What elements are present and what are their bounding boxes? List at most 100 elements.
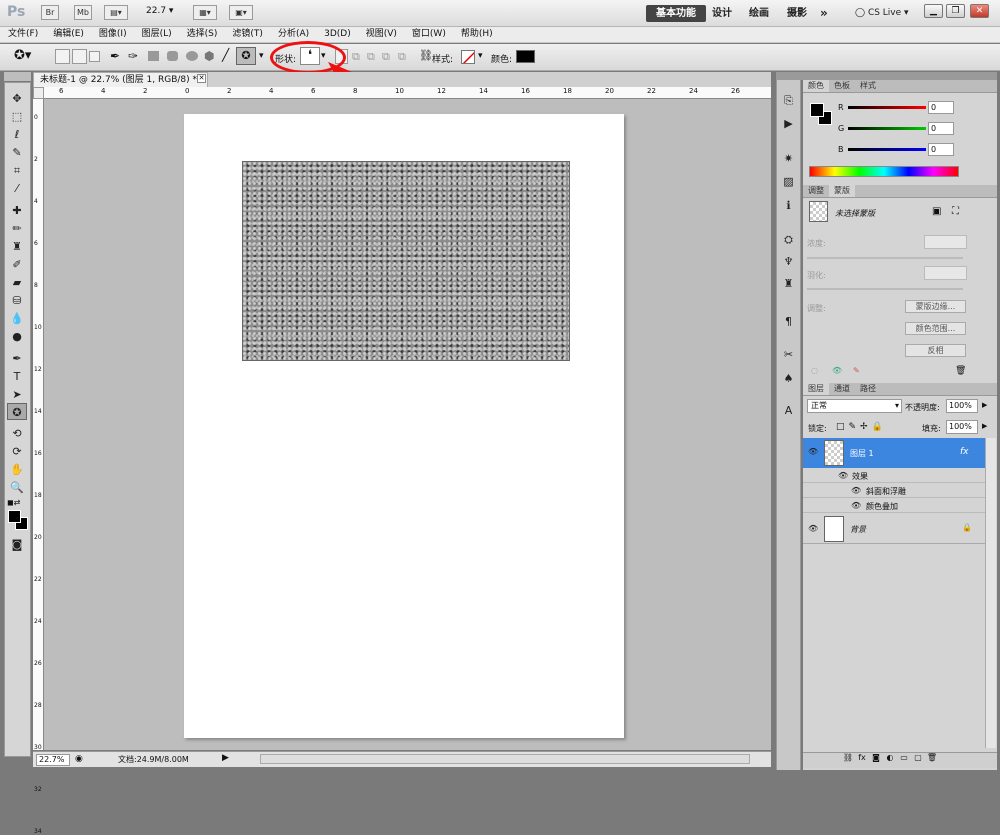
screen-mode-button[interactable]: ▣▾ — [229, 5, 253, 20]
b-slider[interactable] — [848, 148, 926, 151]
b-value-field[interactable]: 0 — [928, 143, 954, 156]
background-layer-name[interactable]: 背景 — [850, 524, 866, 535]
pen-tool-icon[interactable]: ✒ — [7, 350, 27, 367]
custom-shape-tool-icon[interactable]: ✪ — [7, 403, 27, 420]
status-arrow-icon[interactable]: ▶ — [222, 753, 229, 763]
r-slider[interactable] — [848, 106, 926, 109]
bevel-visibility-eye-icon[interactable]: 👁 — [851, 486, 861, 495]
close-button[interactable]: ✕ — [970, 4, 989, 18]
styles-panel-icon[interactable]: ♠ — [779, 370, 798, 387]
horizontal-scrollbar[interactable] — [260, 754, 750, 764]
info-panel-icon[interactable]: ℹ — [779, 197, 798, 214]
g-slider[interactable] — [848, 127, 926, 130]
disable-mask-icon[interactable]: ✎ — [853, 366, 860, 375]
restore-button[interactable]: ❐ — [946, 4, 965, 18]
tab-swatches[interactable]: 色板 — [829, 80, 855, 92]
color-panel-foreground[interactable] — [810, 103, 824, 117]
color-spectrum[interactable] — [809, 166, 959, 177]
move-tool-icon[interactable]: ✥ — [7, 90, 27, 107]
fill-arrow-icon[interactable]: ▶ — [982, 422, 987, 430]
background-visibility-eye-icon[interactable]: 👁 — [808, 524, 818, 533]
fill-pixels-mode-button[interactable] — [89, 51, 100, 62]
history-panel-icon[interactable]: ⎘ — [779, 92, 798, 109]
paragraph-panel-icon[interactable]: ¶ — [779, 313, 798, 330]
crop-tool-icon[interactable]: ⌗ — [7, 162, 27, 179]
tab-masks[interactable]: 蒙版 — [829, 185, 855, 197]
polygon-shape-icon[interactable]: ⬢ — [204, 49, 214, 63]
zoom-level-select[interactable]: 22.7 ▾ — [146, 6, 173, 16]
shape-layers-mode-button[interactable] — [55, 49, 70, 64]
status-menu-icon[interactable]: ◉ — [75, 754, 83, 764]
tab-styles[interactable]: 样式 — [855, 80, 881, 92]
effects-visibility-eye-icon[interactable]: 👁 — [838, 471, 848, 480]
menu-help[interactable]: 帮助(H) — [453, 27, 500, 42]
arrange-documents-button[interactable]: ▦▾ — [193, 5, 217, 20]
ellipse-shape-icon[interactable] — [186, 51, 198, 61]
menu-3d[interactable]: 3D(D) — [316, 27, 358, 42]
link-layers-icon[interactable]: ⛓ — [841, 753, 855, 762]
add-mask-icon[interactable]: ◙ — [869, 753, 883, 762]
marquee-tool-icon[interactable]: ⬚ — [7, 108, 27, 125]
geometry-options-chevron-icon[interactable]: ▾ — [259, 51, 264, 61]
workspace-essentials[interactable]: 基本功能 — [646, 5, 706, 22]
view-extras-button[interactable]: ▤▾ — [104, 5, 128, 20]
eyedropper-tool-icon[interactable]: ⁄ — [7, 180, 27, 197]
menu-analysis[interactable]: 分析(A) — [270, 27, 316, 42]
minimize-button[interactable]: ▁ — [924, 4, 943, 18]
3d-panel-icon[interactable]: ✷ — [779, 150, 798, 167]
character-styles-icon[interactable]: ✂ — [779, 346, 798, 363]
g-value-field[interactable]: 0 — [928, 122, 954, 135]
character-panel-icon[interactable]: A — [779, 402, 798, 419]
swap-colors-icon[interactable]: ◼⇄ — [7, 498, 20, 507]
document-tab[interactable]: 未标题-1 @ 22.7% (图层 1, RGB/8) * — [33, 72, 208, 87]
pen-tool-icon[interactable]: ✒ — [110, 49, 120, 63]
dodge-tool-icon[interactable]: ● — [7, 328, 27, 345]
feather-slider[interactable] — [807, 288, 963, 290]
menu-file[interactable]: 文件(F) — [0, 27, 45, 42]
layer1-fx-icon[interactable]: fx — [960, 447, 969, 457]
embossed-shape-layer[interactable] — [242, 161, 570, 361]
menu-view[interactable]: 视图(V) — [358, 27, 404, 42]
opacity-field[interactable]: 100% — [946, 399, 978, 413]
opacity-arrow-icon[interactable]: ▶ — [982, 401, 987, 409]
mini-bridge-button[interactable]: Mb — [74, 5, 92, 20]
add-style-fx-icon[interactable]: fx — [855, 753, 869, 762]
custom-shape-icon[interactable]: ✪ — [236, 47, 256, 65]
menu-filter[interactable]: 滤镜(T) — [224, 27, 270, 42]
tab-color[interactable]: 颜色 — [803, 80, 829, 92]
layers-scrollbar[interactable] — [985, 438, 996, 748]
3d-orbit-tool-icon[interactable]: ⟳ — [7, 443, 27, 460]
load-selection-icon[interactable]: ◌ — [811, 366, 818, 375]
delete-mask-icon[interactable]: 🗑 — [955, 366, 966, 376]
effects-row[interactable] — [803, 469, 985, 483]
tab-layers[interactable]: 图层 — [803, 383, 829, 395]
feather-field[interactable] — [924, 266, 967, 280]
shape-color-swatch[interactable] — [516, 50, 535, 63]
quick-selection-tool-icon[interactable]: ✎ — [7, 144, 27, 161]
subtract-shape-area-icon[interactable]: ⧉ — [367, 50, 375, 64]
tab-adjustments[interactable]: 调整 — [803, 185, 829, 197]
brush-tool-icon[interactable]: ✏ — [7, 220, 27, 237]
invert-button[interactable]: 反相 — [905, 344, 966, 357]
actions-panel-icon[interactable]: ▶ — [779, 115, 798, 132]
new-layer-icon[interactable]: ▢ — [911, 753, 925, 762]
style-chevron-icon[interactable]: ▾ — [478, 51, 483, 61]
clone-stamp-tool-icon[interactable]: ♜ — [7, 238, 27, 255]
healing-brush-tool-icon[interactable]: ✚ — [7, 202, 27, 219]
apply-mask-icon[interactable]: 👁 — [832, 366, 842, 375]
tab-paths[interactable]: 路径 — [855, 383, 881, 395]
delete-layer-icon[interactable]: 🗑 — [925, 753, 939, 762]
close-document-icon[interactable]: ✕ — [197, 74, 206, 83]
color-range-button[interactable]: 颜色范围... — [905, 322, 966, 335]
line-shape-icon[interactable]: ╱ — [222, 48, 229, 62]
type-tool-icon[interactable]: T — [7, 368, 27, 385]
paint-bucket-tool-icon[interactable]: ⛁ — [7, 292, 27, 309]
zoom-tool-icon[interactable]: 🔍 — [7, 479, 27, 496]
foreground-color-swatch[interactable] — [8, 510, 21, 523]
density-field[interactable] — [924, 235, 967, 249]
style-swatch[interactable] — [461, 50, 475, 64]
workspace-painting[interactable]: 绘画 — [749, 5, 769, 22]
layer1-name[interactable]: 图层 1 — [850, 448, 874, 459]
history-brush-tool-icon[interactable]: ✐ — [7, 256, 27, 273]
zoom-status-field[interactable]: 22.7% — [36, 754, 70, 766]
